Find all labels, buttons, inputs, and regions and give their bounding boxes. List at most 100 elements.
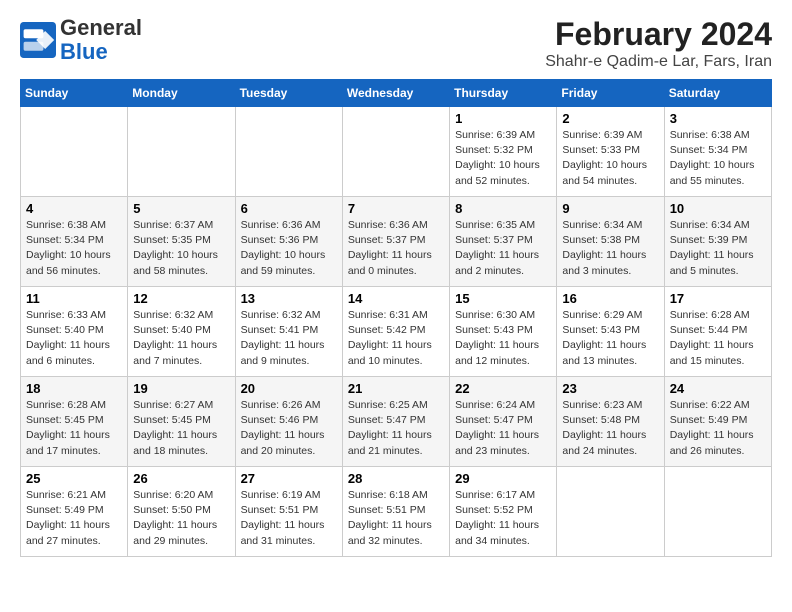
calendar-cell [557,467,664,557]
day-header-tuesday: Tuesday [235,80,342,107]
calendar-cell: 17 Sunrise: 6:28 AM Sunset: 5:44 PM Dayli… [664,287,771,377]
day-detail: Sunrise: 6:35 AM Sunset: 5:37 PM Dayligh… [455,218,551,279]
day-number: 23 [562,381,658,396]
calendar-cell: 18 Sunrise: 6:28 AM Sunset: 5:45 PM Dayli… [21,377,128,467]
day-detail: Sunrise: 6:23 AM Sunset: 5:48 PM Dayligh… [562,398,658,459]
calendar-cell: 16 Sunrise: 6:29 AM Sunset: 5:43 PM Dayli… [557,287,664,377]
day-detail: Sunrise: 6:29 AM Sunset: 5:43 PM Dayligh… [562,308,658,369]
calendar-cell: 27Sunrise: 6:19 AM Sunset: 5:51 PM Dayli… [235,467,342,557]
calendar-cell: 6Sunrise: 6:36 AM Sunset: 5:36 PM Daylig… [235,197,342,287]
day-header-sunday: Sunday [21,80,128,107]
day-header-monday: Monday [128,80,235,107]
calendar-cell [342,107,449,197]
calendar-cell: 1Sunrise: 6:39 AM Sunset: 5:32 PM Daylig… [450,107,557,197]
calendar-cell: 22 Sunrise: 6:24 AM Sunset: 5:47 PM Dayli… [450,377,557,467]
day-number: 25 [26,471,122,486]
day-number: 6 [241,201,337,216]
day-number: 19 [133,381,229,396]
day-detail: Sunrise: 6:25 AM Sunset: 5:47 PM Dayligh… [348,398,444,459]
day-detail: Sunrise: 6:38 AM Sunset: 5:34 PM Dayligh… [26,218,122,279]
day-detail: Sunrise: 6:26 AM Sunset: 5:46 PM Dayligh… [241,398,337,459]
day-detail: Sunrise: 6:19 AM Sunset: 5:51 PM Dayligh… [241,488,337,549]
day-detail: Sunrise: 6:27 AM Sunset: 5:45 PM Dayligh… [133,398,229,459]
day-number: 26 [133,471,229,486]
day-header-saturday: Saturday [664,80,771,107]
calendar-cell: 2 Sunrise: 6:39 AM Sunset: 5:33 PM Daylig… [557,107,664,197]
day-detail: Sunrise: 6:36 AM Sunset: 5:37 PM Dayligh… [348,218,444,279]
calendar-cell: 5 Sunrise: 6:37 AM Sunset: 5:35 PM Daylig… [128,197,235,287]
calendar-cell: 4 Sunrise: 6:38 AM Sunset: 5:34 PM Daylig… [21,197,128,287]
calendar-cell: 9 Sunrise: 6:34 AM Sunset: 5:38 PM Daylig… [557,197,664,287]
logo-icon [20,22,56,58]
calendar-cell: 28 Sunrise: 6:18 AM Sunset: 5:51 PM Dayli… [342,467,449,557]
day-number: 1 [455,111,551,126]
day-detail: Sunrise: 6:30 AM Sunset: 5:43 PM Dayligh… [455,308,551,369]
day-detail: Sunrise: 6:38 AM Sunset: 5:34 PM Dayligh… [670,128,766,189]
calendar-cell: 11 Sunrise: 6:33 AM Sunset: 5:40 PM Dayli… [21,287,128,377]
calendar-cell: 24 Sunrise: 6:22 AM Sunset: 5:49 PM Dayli… [664,377,771,467]
calendar-cell: 15 Sunrise: 6:30 AM Sunset: 5:43 PM Dayli… [450,287,557,377]
day-detail: Sunrise: 6:18 AM Sunset: 5:51 PM Dayligh… [348,488,444,549]
day-number: 16 [562,291,658,306]
day-detail: Sunrise: 6:34 AM Sunset: 5:39 PM Dayligh… [670,218,766,279]
day-detail: Sunrise: 6:34 AM Sunset: 5:38 PM Dayligh… [562,218,658,279]
day-detail: Sunrise: 6:28 AM Sunset: 5:44 PM Dayligh… [670,308,766,369]
day-detail: Sunrise: 6:24 AM Sunset: 5:47 PM Dayligh… [455,398,551,459]
day-number: 4 [26,201,122,216]
calendar-cell: 14 Sunrise: 6:31 AM Sunset: 5:42 PM Dayli… [342,287,449,377]
calendar-cell: 19 Sunrise: 6:27 AM Sunset: 5:45 PM Dayli… [128,377,235,467]
day-header-thursday: Thursday [450,80,557,107]
calendar-cell: 10 Sunrise: 6:34 AM Sunset: 5:39 PM Dayli… [664,197,771,287]
day-number: 17 [670,291,766,306]
day-number: 15 [455,291,551,306]
day-number: 18 [26,381,122,396]
day-detail: Sunrise: 6:39 AM Sunset: 5:33 PM Dayligh… [562,128,658,189]
day-detail: Sunrise: 6:28 AM Sunset: 5:45 PM Dayligh… [26,398,122,459]
logo: General Blue [20,16,142,64]
day-detail: Sunrise: 6:17 AM Sunset: 5:52 PM Dayligh… [455,488,551,549]
day-number: 10 [670,201,766,216]
calendar-cell [21,107,128,197]
week-row-5: 25Sunrise: 6:21 AM Sunset: 5:49 PM Dayli… [21,467,772,557]
calendar-cell: 12 Sunrise: 6:32 AM Sunset: 5:40 PM Dayli… [128,287,235,377]
day-number: 7 [348,201,444,216]
calendar-cell: 7 Sunrise: 6:36 AM Sunset: 5:37 PM Daylig… [342,197,449,287]
day-number: 22 [455,381,551,396]
day-detail: Sunrise: 6:32 AM Sunset: 5:41 PM Dayligh… [241,308,337,369]
calendar-cell: 26 Sunrise: 6:20 AM Sunset: 5:50 PM Dayli… [128,467,235,557]
day-number: 28 [348,471,444,486]
day-detail: Sunrise: 6:22 AM Sunset: 5:49 PM Dayligh… [670,398,766,459]
day-detail: Sunrise: 6:37 AM Sunset: 5:35 PM Dayligh… [133,218,229,279]
day-detail: Sunrise: 6:32 AM Sunset: 5:40 PM Dayligh… [133,308,229,369]
calendar-cell [128,107,235,197]
calendar-cell: 13Sunrise: 6:32 AM Sunset: 5:41 PM Dayli… [235,287,342,377]
title-area: February 2024 Shahr-e Qadim-e Lar, Fars,… [545,16,772,71]
day-number: 8 [455,201,551,216]
day-header-friday: Friday [557,80,664,107]
week-row-1: 1Sunrise: 6:39 AM Sunset: 5:32 PM Daylig… [21,107,772,197]
calendar-cell [235,107,342,197]
day-number: 14 [348,291,444,306]
day-number: 29 [455,471,551,486]
calendar-cell: 20 Sunrise: 6:26 AM Sunset: 5:46 PM Dayli… [235,377,342,467]
day-number: 11 [26,291,122,306]
day-number: 2 [562,111,658,126]
day-number: 5 [133,201,229,216]
day-detail: Sunrise: 6:31 AM Sunset: 5:42 PM Dayligh… [348,308,444,369]
calendar-table: SundayMondayTuesdayWednesdayThursdayFrid… [20,79,772,557]
day-detail: Sunrise: 6:20 AM Sunset: 5:50 PM Dayligh… [133,488,229,549]
week-row-4: 18 Sunrise: 6:28 AM Sunset: 5:45 PM Dayli… [21,377,772,467]
day-number: 12 [133,291,229,306]
day-number: 24 [670,381,766,396]
calendar-cell: 23 Sunrise: 6:23 AM Sunset: 5:48 PM Dayli… [557,377,664,467]
day-number: 3 [670,111,766,126]
day-detail: Sunrise: 6:33 AM Sunset: 5:40 PM Dayligh… [26,308,122,369]
day-number: 9 [562,201,658,216]
day-number: 20 [241,381,337,396]
calendar-cell: 3 Sunrise: 6:38 AM Sunset: 5:34 PM Daylig… [664,107,771,197]
day-number: 21 [348,381,444,396]
month-title: February 2024 [545,16,772,53]
location-title: Shahr-e Qadim-e Lar, Fars, Iran [545,53,772,71]
week-row-3: 11 Sunrise: 6:33 AM Sunset: 5:40 PM Dayli… [21,287,772,377]
header: General Blue February 2024 Shahr-e Qadim… [20,16,772,71]
